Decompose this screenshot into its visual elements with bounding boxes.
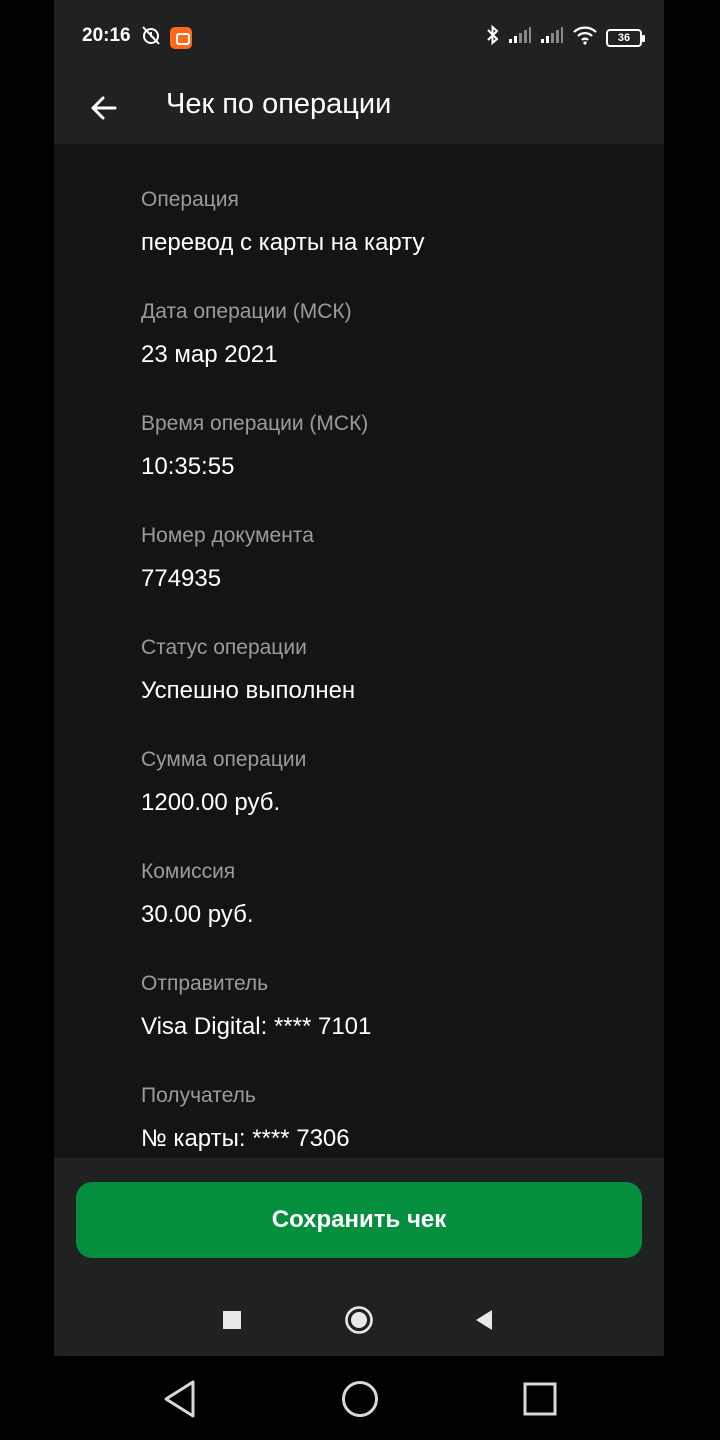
field-value: Успешно выполнен <box>141 677 356 704</box>
field-status: Статус операции Успешно выполнен <box>141 634 355 706</box>
field-value: 30.00 руб. <box>141 901 254 928</box>
system-recent-button[interactable] <box>515 1374 565 1424</box>
arrow-left-icon <box>91 96 117 120</box>
square-icon <box>223 1311 241 1329</box>
triangle-left-icon <box>476 1310 492 1330</box>
system-nav-bar <box>0 1356 720 1440</box>
bottom-actions: Сохранить чек <box>54 1158 664 1356</box>
system-home-button[interactable] <box>335 1374 385 1424</box>
field-value: перевод с карты на карту <box>141 229 425 256</box>
status-bar: 20:16 36 <box>54 0 664 72</box>
app-nav-bar <box>54 1300 664 1340</box>
triangle-left-outline-icon <box>164 1380 195 1418</box>
alarm-off-icon <box>140 24 162 52</box>
field-amount: Сумма операции 1200.00 руб. <box>141 746 306 818</box>
app-notification-icon <box>170 27 192 49</box>
battery-indicator: 36 <box>606 29 645 47</box>
signal-1-icon <box>508 26 532 50</box>
field-value: 1200.00 руб. <box>141 789 281 816</box>
field-value: № карты: **** 7306 <box>141 1125 350 1152</box>
field-label: Сумма операции <box>141 748 307 771</box>
field-sender: Отправитель Visa Digital: **** 7101 <box>141 970 371 1042</box>
back-button[interactable] <box>76 80 132 136</box>
receipt-details[interactable]: Операция перевод с карты на карту Дата о… <box>54 144 664 1158</box>
app-header: Чек по операции <box>54 72 664 144</box>
field-label: Статус операции <box>141 636 307 659</box>
page-title: Чек по операции <box>166 88 392 120</box>
recent-apps-button[interactable] <box>212 1300 252 1340</box>
square-outline-icon <box>523 1382 557 1416</box>
field-label: Время операции (МСК) <box>141 412 369 435</box>
field-label: Отправитель <box>141 972 269 995</box>
field-label: Комиссия <box>141 860 236 883</box>
circle-icon <box>345 1306 373 1334</box>
field-value: 10:35:55 <box>141 453 235 480</box>
field-label: Дата операции (МСК) <box>141 300 352 323</box>
system-back-button[interactable] <box>155 1374 205 1424</box>
field-value: 23 мар 2021 <box>141 341 278 368</box>
phone-screen: 20:16 36 Чек по операции Операция перево… <box>54 0 664 1356</box>
back-nav-button[interactable] <box>464 1300 504 1340</box>
home-button[interactable] <box>339 1300 379 1340</box>
field-document-number: Номер документа 774935 <box>141 522 314 594</box>
signal-2-icon <box>540 26 564 50</box>
field-label: Операция <box>141 188 239 211</box>
wifi-icon <box>572 25 598 51</box>
field-time: Время операции (МСК) 10:35:55 <box>141 410 368 482</box>
field-date: Дата операции (МСК) 23 мар 2021 <box>141 298 352 370</box>
save-receipt-button[interactable]: Сохранить чек <box>76 1182 642 1258</box>
field-label: Получатель <box>141 1084 256 1107</box>
field-operation: Операция перевод с карты на карту <box>141 186 425 258</box>
status-time: 20:16 <box>82 25 131 46</box>
field-value: 774935 <box>141 565 222 592</box>
bluetooth-icon <box>486 24 500 52</box>
field-value: Visa Digital: **** 7101 <box>141 1013 372 1040</box>
field-label: Номер документа <box>141 524 314 547</box>
circle-outline-icon <box>342 1381 378 1417</box>
field-recipient: Получатель № карты: **** 7306 <box>141 1082 350 1154</box>
field-commission: Комиссия 30.00 руб. <box>141 858 254 930</box>
